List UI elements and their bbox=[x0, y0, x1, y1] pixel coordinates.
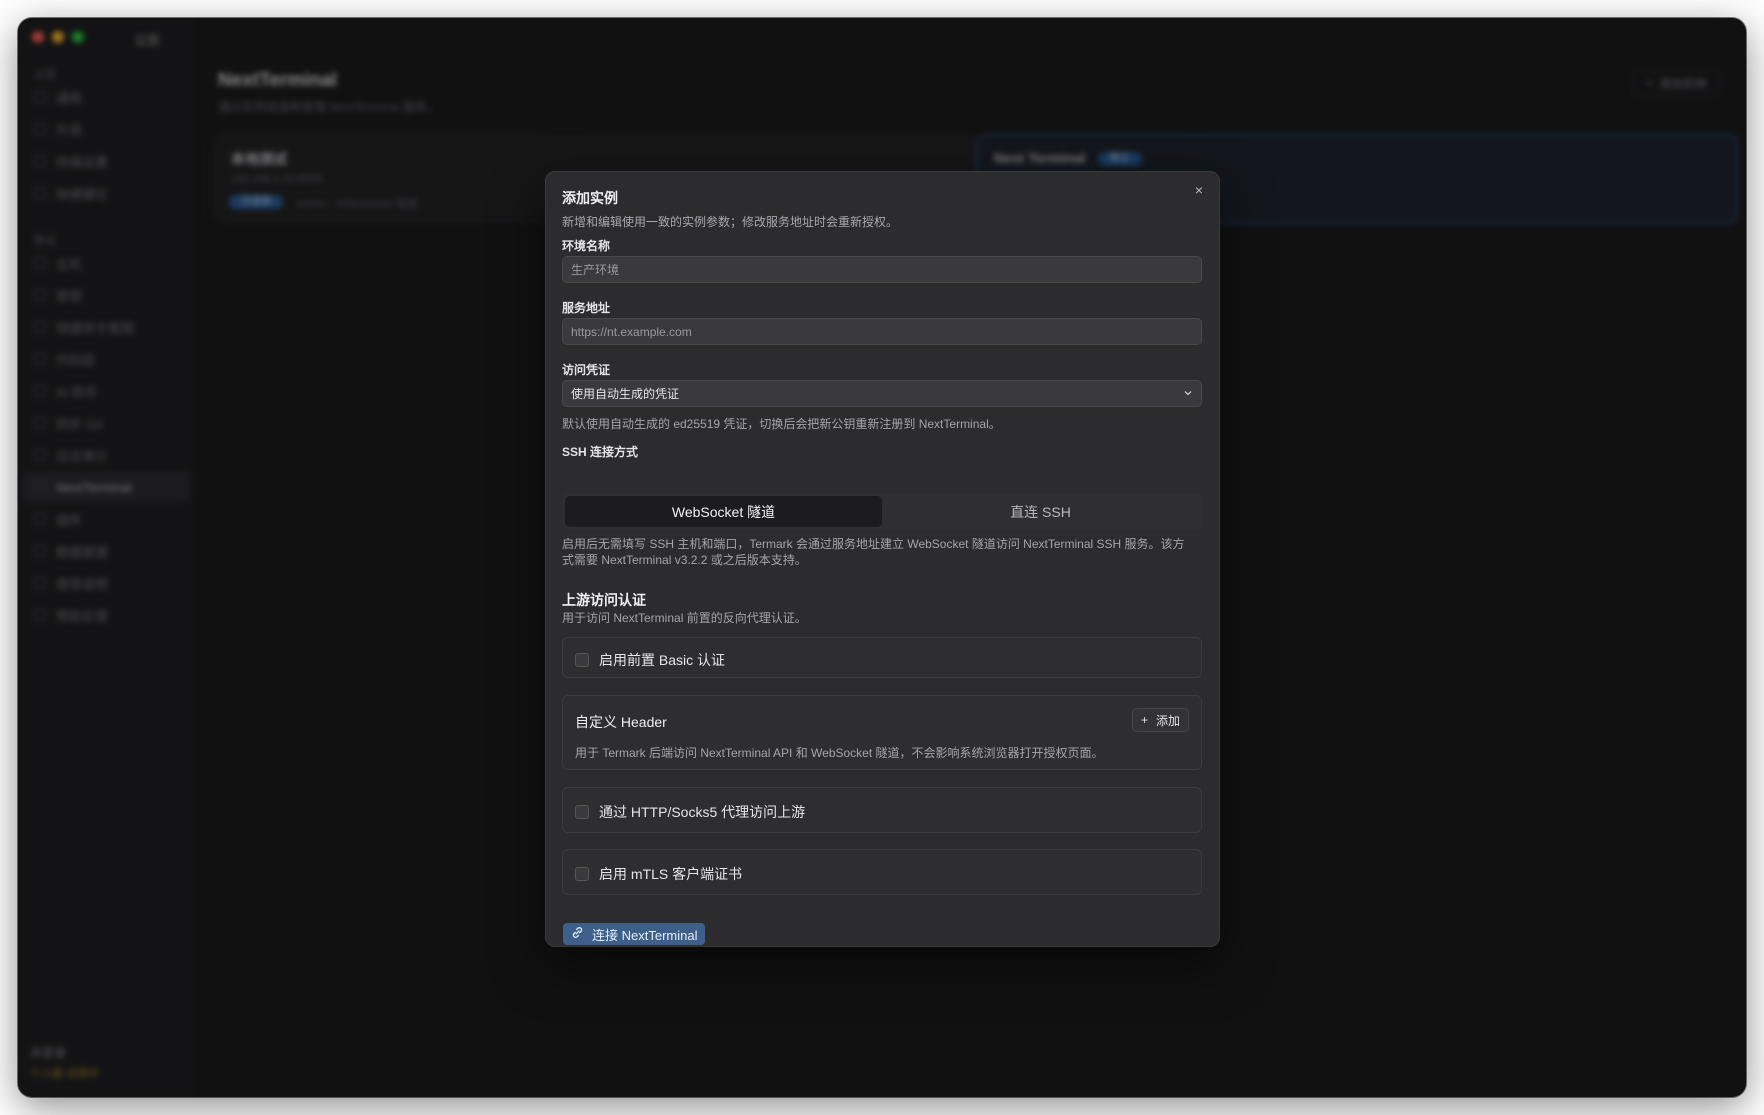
add-instance-dialog: 添加实例 新增和编辑使用一致的实例参数；修改服务地址时会重新授权。 × 环境名称… bbox=[545, 171, 1220, 947]
custom-header-title: 自定义 Header bbox=[575, 714, 667, 730]
ssh-mode-label: SSH 连接方式 bbox=[562, 445, 639, 459]
credential-selected-value: 使用自动生成的凭证 bbox=[571, 387, 680, 401]
ssh-mode-hint-line2: 式需要 NextTerminal v3.2.2 或之后版本支持。 bbox=[562, 553, 807, 567]
add-header-label: 添加 bbox=[1155, 713, 1180, 728]
proxy-label: 通过 HTTP/Socks5 代理访问上游 bbox=[599, 804, 806, 820]
proxy-checkbox[interactable] bbox=[575, 805, 589, 819]
basic-auth-box: 启用前置 Basic 认证 bbox=[562, 637, 1202, 678]
env-name-input[interactable] bbox=[562, 256, 1202, 283]
basic-auth-toggle[interactable]: 启用前置 Basic 认证 bbox=[575, 650, 725, 670]
dialog-title: 添加实例 bbox=[562, 190, 618, 206]
basic-auth-checkbox[interactable] bbox=[575, 653, 589, 667]
dialog-description: 新增和编辑使用一致的实例参数；修改服务地址时会重新授权。 bbox=[562, 215, 899, 229]
mtls-toggle[interactable]: 启用 mTLS 客户端证书 bbox=[575, 864, 742, 884]
ssh-mode-segmented-control: WebSocket 隧道 直连 SSH bbox=[562, 493, 1202, 530]
custom-header-box: 自定义 Header + 添加 用于 Termark 后端访问 NextTerm… bbox=[562, 695, 1202, 770]
mtls-checkbox[interactable] bbox=[575, 867, 589, 881]
connect-button-label: 连接 NextTerminal bbox=[592, 927, 698, 943]
custom-header-hint: 用于 Termark 后端访问 NextTerminal API 和 WebSo… bbox=[575, 746, 1104, 760]
ssh-mode-direct[interactable]: 直连 SSH bbox=[882, 496, 1199, 527]
credential-hint: 默认使用自动生成的 ed25519 凭证，切换后会把新公钥重新注册到 NextT… bbox=[562, 417, 1001, 431]
ssh-mode-hint-line1: 启用后无需填写 SSH 主机和端口，Termark 会通过服务地址建立 WebS… bbox=[562, 537, 1185, 551]
ssh-mode-websocket[interactable]: WebSocket 隧道 bbox=[565, 496, 882, 527]
upstream-auth-title: 上游访问认证 bbox=[562, 592, 646, 608]
close-icon[interactable]: × bbox=[1191, 182, 1207, 198]
credential-select[interactable]: 使用自动生成的凭证 bbox=[562, 380, 1202, 407]
add-header-button[interactable]: + 添加 bbox=[1131, 708, 1189, 732]
proxy-toggle[interactable]: 通过 HTTP/Socks5 代理访问上游 bbox=[575, 802, 805, 822]
server-url-input[interactable] bbox=[562, 318, 1202, 345]
mtls-label: 启用 mTLS 客户端证书 bbox=[599, 866, 743, 882]
env-name-label: 环境名称 bbox=[562, 239, 611, 253]
credential-label: 访问凭证 bbox=[562, 363, 611, 377]
link-icon bbox=[571, 926, 584, 942]
basic-auth-label: 启用前置 Basic 认证 bbox=[599, 652, 726, 668]
plus-icon: + bbox=[1140, 713, 1148, 727]
server-url-label: 服务地址 bbox=[562, 301, 611, 315]
proxy-box: 通过 HTTP/Socks5 代理访问上游 bbox=[562, 787, 1202, 833]
app-window: 设置 通用 外观 终端设置 快捷键位 集成 主机 密钥 快捷命令管理 代码段 A… bbox=[18, 18, 1746, 1097]
connect-nextterminal-button[interactable]: 连接 NextTerminal bbox=[563, 923, 706, 945]
chevron-down-icon bbox=[1183, 387, 1193, 401]
upstream-auth-subtitle: 用于访问 NextTerminal 前置的反向代理认证。 bbox=[562, 611, 807, 625]
mtls-box: 启用 mTLS 客户端证书 bbox=[562, 849, 1202, 895]
